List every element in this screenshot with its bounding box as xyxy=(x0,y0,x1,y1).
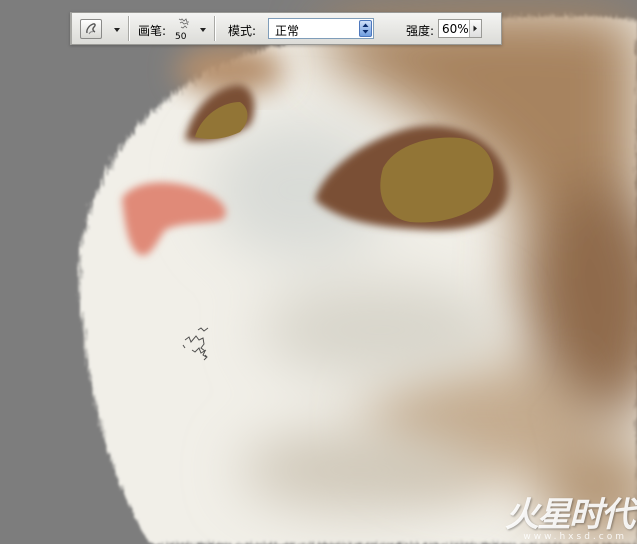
smudge-tool-icon xyxy=(86,23,96,35)
select-spin-icon[interactable] xyxy=(359,20,372,37)
tool-preset-dropdown-icon[interactable] xyxy=(114,28,120,32)
watermark-logo: 火星时代 xyxy=(505,495,635,535)
mode-label: 模式: xyxy=(228,24,257,38)
brush-picker-dropdown-icon[interactable] xyxy=(200,28,206,32)
strength-label: 强度: xyxy=(406,24,435,38)
mode-select-value: 正常 xyxy=(275,24,300,38)
strength-value: 60% xyxy=(442,22,469,36)
arrow-right-icon xyxy=(473,25,477,32)
brush-size-label: 50 xyxy=(175,32,187,42)
tool-preset-button[interactable] xyxy=(80,19,102,39)
divider xyxy=(128,16,130,41)
options-bar: 画笔: 50 模式: 正常 强度: 60% xyxy=(70,12,502,45)
photo-canvas[interactable] xyxy=(0,0,637,544)
brush-label: 画笔: xyxy=(138,24,167,38)
strength-slider-button[interactable] xyxy=(469,20,481,37)
strength-input[interactable]: 60% xyxy=(438,19,482,38)
divider xyxy=(214,16,216,41)
watermark-url: www.hxsd.com xyxy=(523,532,627,542)
watermark: 火星时代 www.hxsd.com xyxy=(505,495,635,542)
mode-select[interactable]: 正常 xyxy=(268,18,374,39)
